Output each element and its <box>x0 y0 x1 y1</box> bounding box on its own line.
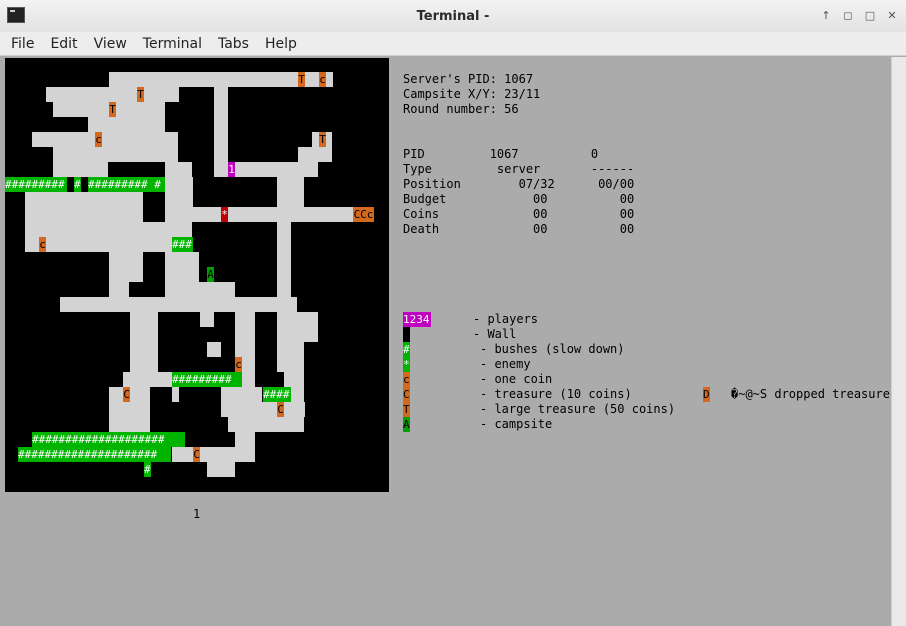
menu-edit[interactable]: Edit <box>42 36 85 52</box>
legend-treasure: - treasure (10 coins) <box>480 387 632 401</box>
map-enemy: * <box>221 207 228 222</box>
map-floor <box>235 162 318 177</box>
stats-position-row: Position 07/32 00/00 <box>403 177 635 191</box>
map-floor <box>109 282 129 297</box>
map-large-treasure: T <box>137 87 144 102</box>
map-bushes: # <box>74 177 81 192</box>
map-campsite: A <box>207 267 214 282</box>
stats-pid-row: PID 1067 0 <box>403 147 599 161</box>
map-coin: c <box>319 72 326 87</box>
legend-campsite-swatch: A <box>403 417 410 432</box>
game-map: ######### # ######### # # ## ####### # # ##… <box>5 58 389 492</box>
campsite-coords: Campsite X/Y: 23/11 <box>403 87 541 101</box>
title-bar: Terminal - ↑ ◻ □ ✕ <box>0 0 906 33</box>
menu-terminal[interactable]: Terminal <box>135 36 210 52</box>
map-floor <box>53 162 108 177</box>
map-floor <box>172 387 179 402</box>
window-title: Terminal - <box>416 9 490 24</box>
minimize-window-icon[interactable]: ◻ <box>840 8 856 24</box>
map-bushes: ######### # ########## <box>88 177 165 192</box>
map-floor <box>109 252 143 282</box>
shade-window-icon[interactable]: ↑ <box>818 8 834 24</box>
map-bushes: #################### <box>32 432 185 447</box>
menu-view[interactable]: View <box>86 36 135 52</box>
legend-coin-swatch: c <box>403 372 410 387</box>
map-footer-number: 1 <box>193 507 201 521</box>
legend-coin: - one coin <box>480 372 553 386</box>
map-floor <box>298 147 332 162</box>
map-bushes: ######### # ########## <box>5 177 67 192</box>
map-bushes: #### <box>263 387 291 402</box>
map-floor <box>60 297 297 312</box>
map-floor <box>46 87 179 102</box>
legend-enemy-swatch: * <box>403 357 410 372</box>
map-floor <box>277 312 318 342</box>
legend-large-swatch: T <box>403 402 410 417</box>
legend-enemy: - enemy <box>480 357 531 371</box>
map-large-treasure: T <box>298 72 305 87</box>
legend-players: - players <box>473 312 539 326</box>
close-window-icon[interactable]: ✕ <box>884 8 900 24</box>
map-bushes: # <box>144 462 151 477</box>
map-floor <box>165 282 235 297</box>
legend-large-treasure: - large treasure (50 coins) <box>480 402 676 416</box>
stats-type-row: Type server ------ <box>403 162 635 176</box>
map-large-treasure: T <box>109 102 116 117</box>
stats-death-row: Death 00 00 <box>403 222 635 236</box>
legend-wall: - Wall <box>473 327 517 341</box>
map-floor <box>277 177 304 207</box>
map-bushes: ##################### <box>18 447 171 462</box>
map-floor <box>53 147 178 162</box>
map-floor <box>109 417 150 432</box>
map-coin: c <box>39 237 46 252</box>
stats-budget-row: Budget 00 00 <box>403 192 635 206</box>
legend-bushes: - bushes (slow down) <box>480 342 625 356</box>
map-floor <box>221 387 262 402</box>
map-floor <box>88 117 165 132</box>
menu-bar: File Edit View Terminal Tabs Help <box>0 32 906 56</box>
menu-help[interactable]: Help <box>257 36 305 52</box>
map-treasure: C <box>193 447 200 462</box>
map-coin: c <box>95 132 102 147</box>
map-bushes: ### <box>172 237 193 252</box>
server-pid: Server's PID: 1067 <box>403 72 534 86</box>
map-floor <box>32 132 178 147</box>
map-floor <box>172 447 255 462</box>
map-player: 1 <box>228 162 235 177</box>
legend-campsite: - campsite <box>480 417 553 431</box>
map-floor <box>25 222 192 252</box>
map-floor <box>221 402 305 417</box>
map-floor <box>165 207 353 222</box>
stats-coins-row: Coins 00 00 <box>403 207 635 221</box>
map-floor <box>228 417 304 432</box>
map-coin: c <box>235 357 242 372</box>
map-floor <box>214 87 228 177</box>
window-controls: ↑ ◻ □ ✕ <box>818 8 900 24</box>
menu-file[interactable]: File <box>3 36 42 52</box>
legend-bushes-swatch: # <box>403 342 410 357</box>
legend-treasure-swatch: C <box>403 387 410 402</box>
legend-wall-swatch <box>403 327 410 342</box>
map-treasure: C <box>277 402 284 417</box>
map-floor <box>200 312 214 327</box>
map-floor <box>165 177 193 207</box>
map-floor <box>123 372 172 387</box>
map-floor <box>165 162 192 177</box>
legend-dropped: �~@~S dropped treasure <box>731 387 890 401</box>
map-treasure: C <box>123 387 130 402</box>
map-treasure-pile: CCc <box>353 207 374 222</box>
map-floor <box>25 192 143 222</box>
maximize-window-icon[interactable]: □ <box>862 8 878 24</box>
menu-tabs[interactable]: Tabs <box>210 36 257 52</box>
map-floor <box>207 462 235 477</box>
map-bushes: ######### <box>172 372 242 387</box>
map-large-treasure: T <box>319 132 326 147</box>
legend-players-swatch: 1234 <box>403 312 431 327</box>
round-number: Round number: 56 <box>403 102 519 116</box>
map-floor <box>207 342 221 357</box>
terminal-scrollbar[interactable] <box>891 57 906 626</box>
legend-dropped-swatch: D <box>703 387 710 402</box>
